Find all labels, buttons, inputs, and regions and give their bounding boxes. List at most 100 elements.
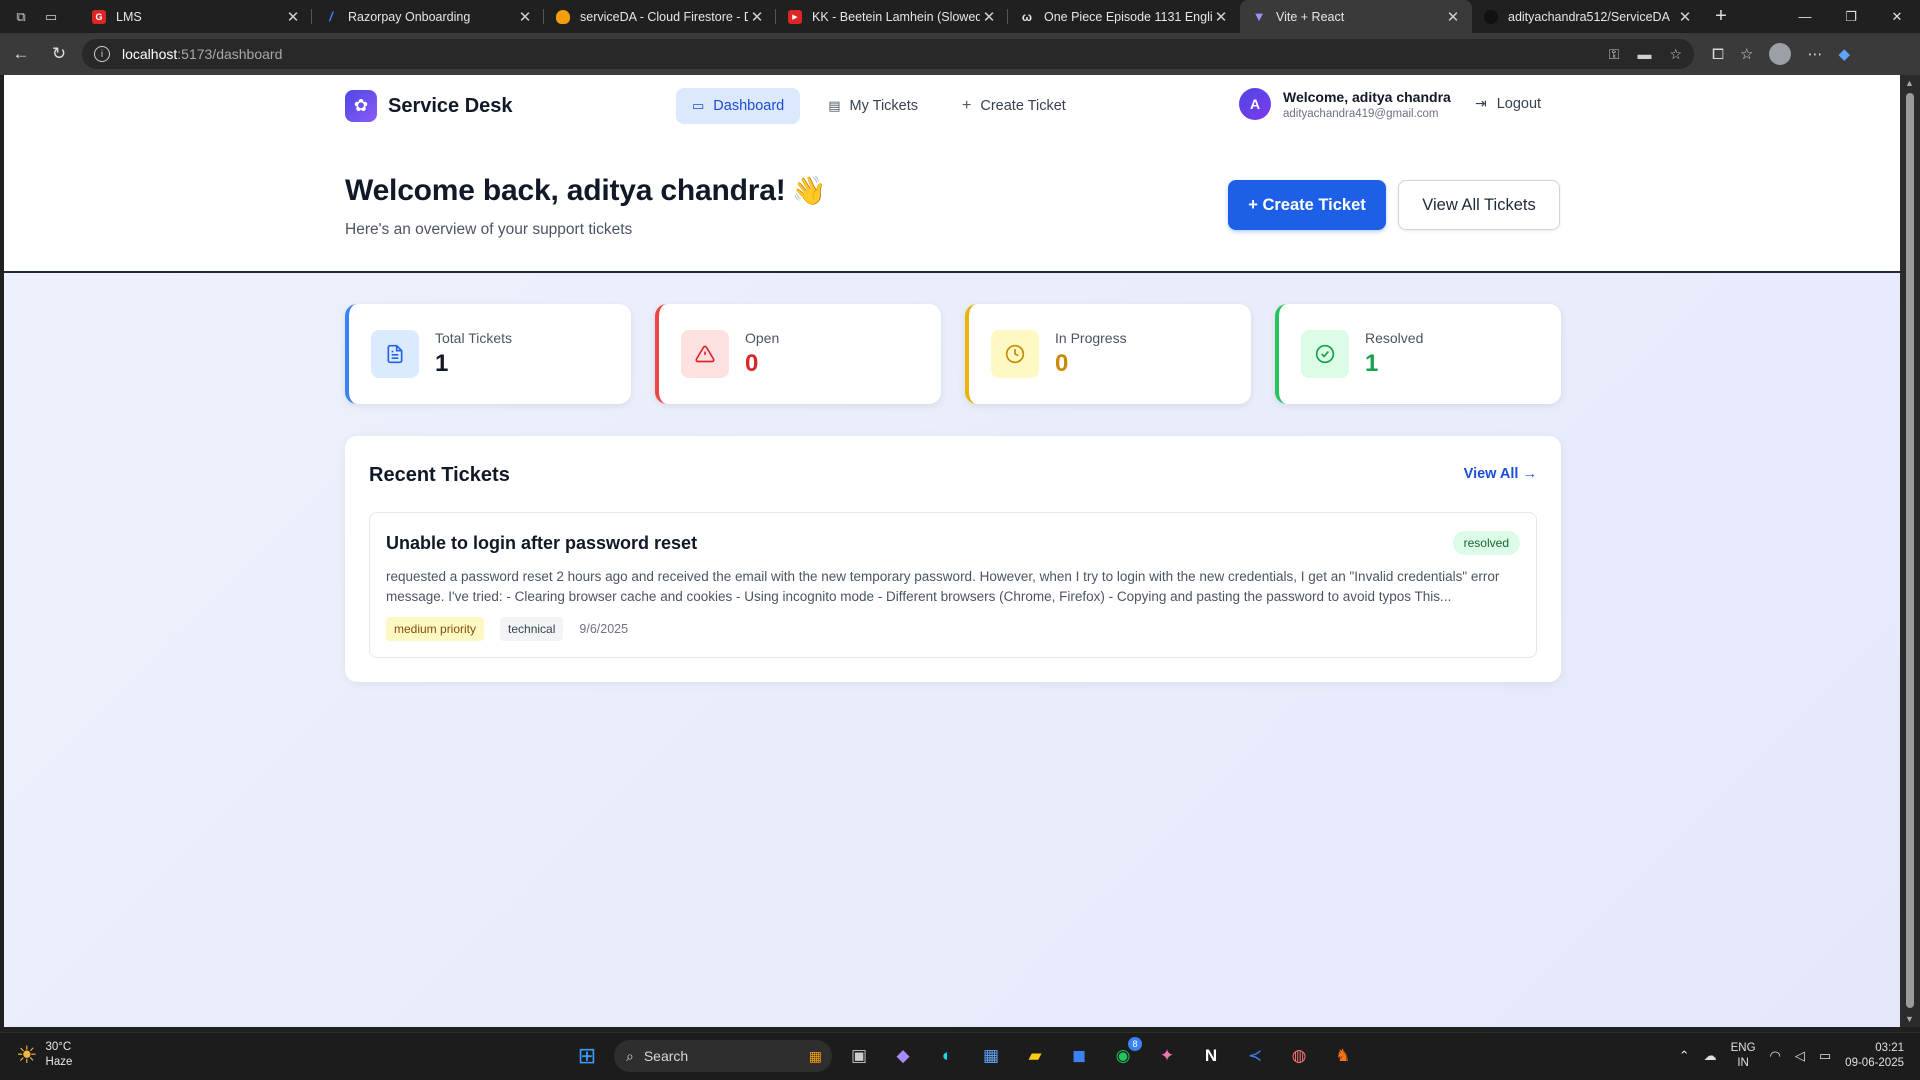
- stat-label: Resolved: [1365, 330, 1424, 346]
- app-logo[interactable]: ✿ Service Desk: [345, 90, 513, 122]
- whatsapp-icon[interactable]: ◉ 8: [1106, 1037, 1142, 1073]
- restore-icon[interactable]: ❐: [1828, 0, 1874, 33]
- taskbar-search[interactable]: ⌕ Search ▦: [614, 1040, 832, 1072]
- category-badge: technical: [500, 617, 564, 641]
- user-email: adityachandra419@gmail.com: [1283, 107, 1439, 120]
- favorites-icon[interactable]: ☆: [1740, 45, 1753, 63]
- create-ticket-button[interactable]: + Create Ticket: [1228, 180, 1386, 230]
- profile-avatar[interactable]: [1769, 43, 1792, 65]
- edge-icon[interactable]: ◐: [930, 1039, 964, 1073]
- stat-label: Open: [745, 330, 780, 346]
- priority-badge: medium priority: [386, 617, 485, 641]
- alert-triangle-icon: [681, 330, 729, 378]
- outlook-icon[interactable]: ◼: [1062, 1039, 1096, 1073]
- browser-tab-active[interactable]: ▼ Vite + React ✕: [1240, 0, 1472, 33]
- ticket-meta: medium priority technical 9/6/2025: [386, 617, 628, 641]
- notion-icon[interactable]: N: [1194, 1039, 1228, 1073]
- dashboard-icon: ▭: [692, 98, 705, 113]
- page-viewport: ✿ Service Desk ▭ Dashboard ▤ My Tickets …: [4, 75, 1900, 1027]
- copilot-app-icon[interactable]: ◆: [886, 1039, 920, 1073]
- workspaces-icon[interactable]: ⧉: [6, 0, 36, 33]
- new-tab-button[interactable]: +: [1704, 0, 1738, 33]
- vite-favicon-icon: ▼: [1252, 9, 1266, 24]
- logout-icon: ⇥: [1475, 95, 1487, 111]
- volume-icon[interactable]: ◁: [1795, 1048, 1805, 1064]
- recent-tickets-panel: Recent Tickets View All → Unable to logi…: [345, 436, 1561, 682]
- browser-tab[interactable]: serviceDA - Cloud Firestore - Da ✕: [544, 0, 776, 33]
- tab-title: Razorpay Onboarding: [348, 9, 471, 24]
- tab-actions-icon[interactable]: ▭: [36, 0, 66, 33]
- logout-button[interactable]: ⇥ Logout: [1475, 95, 1541, 112]
- view-all-tickets-button[interactable]: View All Tickets: [1398, 180, 1560, 230]
- haze-weather-icon: ☀: [16, 1041, 38, 1069]
- view-all-link[interactable]: View All →: [1464, 466, 1537, 482]
- close-tab-icon[interactable]: ✕: [980, 8, 998, 26]
- search-icon: ⌕: [626, 1047, 634, 1064]
- site-info-icon[interactable]: i: [94, 46, 110, 62]
- onedrive-icon[interactable]: ☁: [1704, 1048, 1717, 1064]
- extensions-icon[interactable]: ⧠: [1712, 46, 1724, 63]
- more-menu-icon[interactable]: ⋯: [1807, 45, 1822, 63]
- plus-icon: +: [962, 97, 972, 114]
- chrome-icon[interactable]: ◍: [1282, 1039, 1316, 1073]
- file-explorer-icon[interactable]: ▰: [1018, 1039, 1052, 1073]
- ticket-card[interactable]: Unable to login after password reset res…: [369, 512, 1537, 658]
- chevron-up-icon[interactable]: ⌃: [1679, 1048, 1690, 1064]
- avatar[interactable]: A: [1239, 88, 1271, 120]
- scroll-down-icon[interactable]: ▼: [1905, 1014, 1914, 1024]
- start-windows-icon[interactable]: ⊞: [570, 1039, 604, 1073]
- close-tab-icon[interactable]: ✕: [1444, 8, 1462, 26]
- card-icon[interactable]: ▬: [1637, 46, 1651, 63]
- nav-label: My Tickets: [849, 98, 919, 114]
- tab-title: KK - Beetein Lamhein (Slowed to: [812, 9, 980, 24]
- page-scrollbar[interactable]: ▲ ▼: [1900, 75, 1920, 1027]
- favorite-star-icon[interactable]: ☆: [1669, 46, 1682, 63]
- close-tab-icon[interactable]: ✕: [1212, 8, 1230, 26]
- address-bar[interactable]: i localhost:5173/dashboard ⚿ ▬ ☆: [82, 39, 1694, 69]
- back-icon[interactable]: ←: [4, 37, 38, 71]
- task-view-icon[interactable]: ▣: [842, 1039, 876, 1073]
- stat-value: 1: [1365, 350, 1379, 377]
- check-circle-icon: [1301, 330, 1349, 378]
- nav-dashboard[interactable]: ▭ Dashboard: [676, 88, 801, 124]
- close-tab-icon[interactable]: ✕: [284, 8, 302, 26]
- wifi-icon[interactable]: ◠: [1770, 1048, 1781, 1064]
- app-name: Service Desk: [388, 94, 513, 117]
- brave-icon[interactable]: ♞: [1326, 1039, 1360, 1073]
- stat-card-total: Total Tickets 1: [345, 304, 631, 404]
- weather-widget[interactable]: ☀ 30°C Haze: [16, 1040, 72, 1070]
- m365-icon[interactable]: ✦: [1150, 1039, 1184, 1073]
- browser-tab[interactable]: adityachandra512/ServiceDA ✕: [1472, 0, 1704, 33]
- browser-tab[interactable]: G LMS ✕: [80, 0, 312, 33]
- tab-title: adityachandra512/ServiceDA: [1508, 9, 1670, 24]
- language-indicator[interactable]: ENG IN: [1731, 1041, 1756, 1071]
- clock[interactable]: 03:21 09-06-2025: [1845, 1041, 1904, 1071]
- browser-toolbar: ← ↻ i localhost:5173/dashboard ⚿ ▬ ☆ ⧠ ☆…: [0, 33, 1920, 75]
- close-tab-icon[interactable]: ✕: [516, 8, 534, 26]
- stat-value: 1: [435, 350, 449, 377]
- stat-label: Total Tickets: [435, 330, 513, 346]
- close-tab-icon[interactable]: ✕: [1676, 8, 1694, 26]
- close-window-icon[interactable]: ✕: [1874, 0, 1920, 33]
- user-info: A Welcome, aditya chandra adityachandra4…: [1239, 88, 1451, 120]
- copilot-icon[interactable]: ◆: [1838, 45, 1850, 63]
- browser-tab[interactable]: / Razorpay Onboarding ✕: [312, 0, 544, 33]
- browser-tab[interactable]: ω One Piece Episode 1131 English ✕: [1008, 0, 1240, 33]
- scroll-up-icon[interactable]: ▲: [1905, 78, 1914, 88]
- document-icon: ▤: [828, 98, 841, 113]
- refresh-icon[interactable]: ↻: [42, 37, 76, 71]
- minimize-icon[interactable]: —: [1782, 0, 1828, 33]
- nav-my-tickets[interactable]: ▤ My Tickets: [812, 88, 934, 124]
- favicon-icon: [556, 9, 570, 24]
- browser-tab[interactable]: ▶ KK - Beetein Lamhein (Slowed to ✕: [776, 0, 1008, 33]
- nav-create-ticket[interactable]: + Create Ticket: [946, 88, 1082, 124]
- store-icon[interactable]: ▦: [974, 1039, 1008, 1073]
- ticket-date: 9/6/2025: [579, 622, 629, 636]
- vscode-icon[interactable]: ≺: [1238, 1039, 1272, 1073]
- close-tab-icon[interactable]: ✕: [748, 8, 766, 26]
- scrollbar-thumb[interactable]: [1906, 93, 1914, 1008]
- clock-icon: [991, 330, 1039, 378]
- key-icon[interactable]: ⚿: [1609, 46, 1620, 63]
- tab-title: LMS: [116, 9, 142, 24]
- battery-icon[interactable]: ▭: [1819, 1048, 1831, 1064]
